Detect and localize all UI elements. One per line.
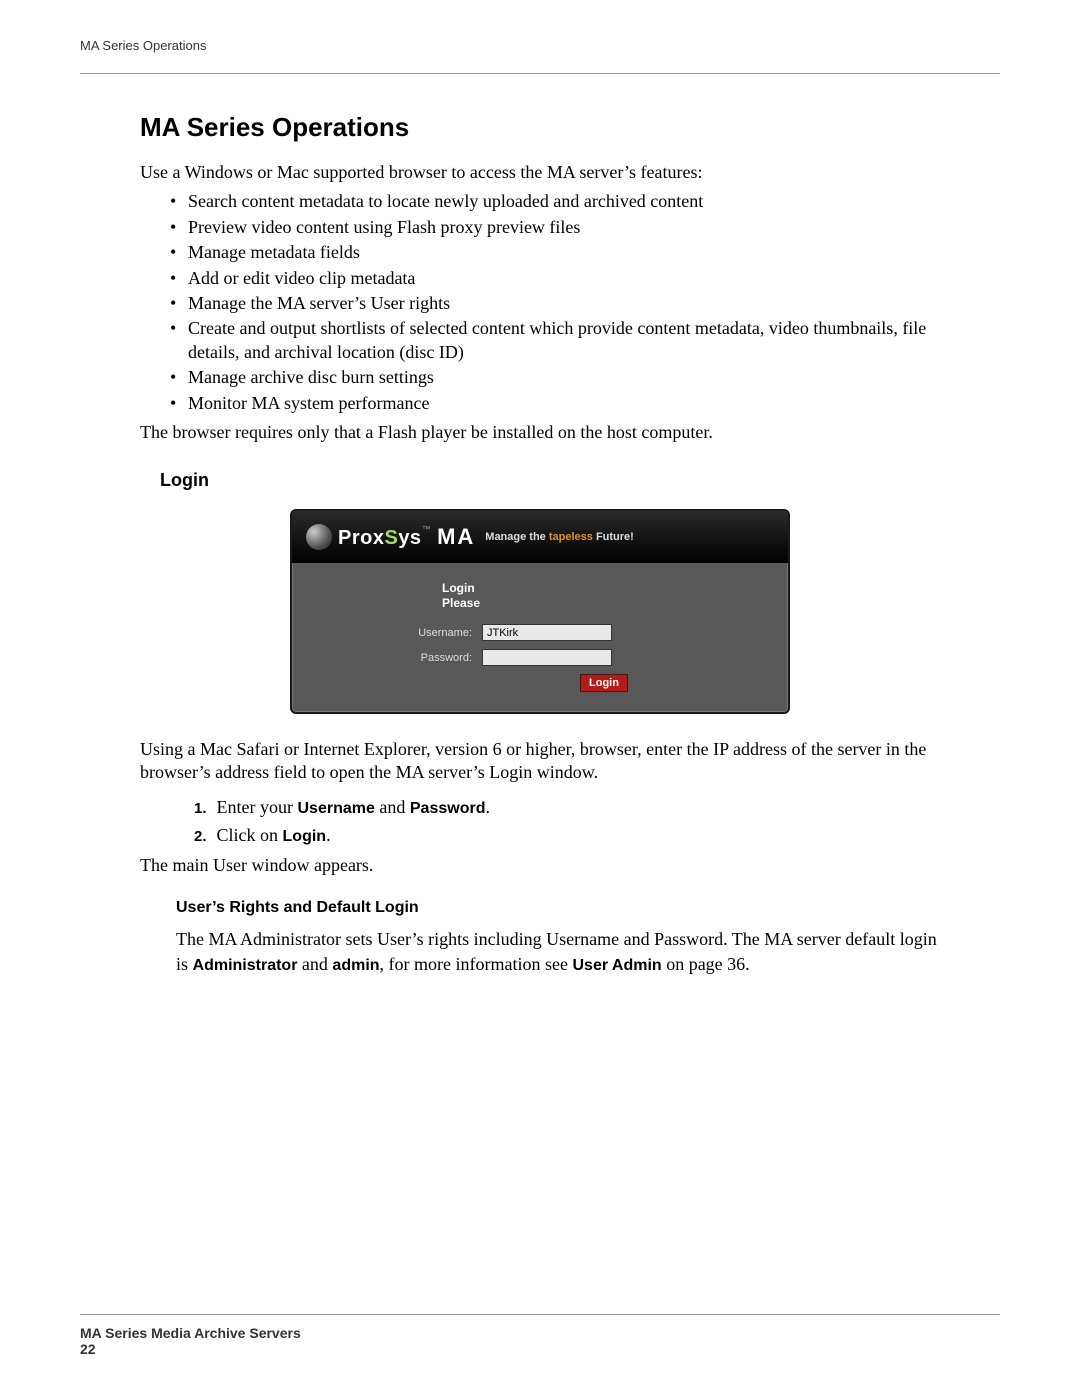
rights-heading: User’s Rights and Default Login [176,899,940,917]
list-item: Manage metadata fields [174,241,940,264]
login-header-bar: ProxSys™ MA Manage the tapeless Future! [292,511,788,563]
list-item: Create and output shortlists of selected… [174,317,940,364]
list-item: Add or edit video clip metadata [174,267,940,290]
rights-strong: admin [332,957,379,974]
intro-text: Use a Windows or Mac supported browser t… [140,161,940,184]
after-bullets-text: The browser requires only that a Flash p… [140,421,940,444]
page-footer: MA Series Media Archive Servers 22 [80,1314,1000,1357]
rights-part: , for more information see [380,954,573,974]
header-rule [80,73,1000,74]
step-text: . [326,825,331,845]
login-steps: 1. Enter your Username and Password. 2. Cl… [194,795,940,848]
rights-part: and [297,954,332,974]
logo-tm: ™ [422,524,432,534]
username-label: Username: [312,627,482,639]
tagline-em: tapeless [549,531,593,543]
logo-icon [306,524,332,550]
footer-rule [80,1314,1000,1315]
footer-title: MA Series Media Archive Servers [80,1325,1000,1341]
password-label: Password: [312,652,482,664]
tagline-part: Future! [593,531,634,543]
login-button[interactable]: Login [580,674,628,692]
feature-list: Search content metadata to locate newly … [140,190,940,415]
tagline-part: Manage the [485,531,549,543]
step-strong: Login [283,828,327,845]
login-title-line: Login [442,581,768,595]
step-number: 2. [194,828,207,845]
username-row: Username: [312,624,768,641]
rights-part: on page 36. [662,954,750,974]
step-item: 1. Enter your Username and Password. [194,795,940,820]
running-header: MA Series Operations [80,38,1000,53]
login-heading: Login [160,470,940,491]
step-item: 2. Click on Login. [194,823,940,848]
login-panel-title: Login Please [442,581,768,610]
password-input[interactable] [482,649,612,666]
list-item: Manage the MA server’s User rights [174,292,940,315]
page-title: MA Series Operations [140,112,940,143]
login-title-line: Please [442,596,768,610]
logo-ma: MA [437,524,475,549]
after-login-text: Using a Mac Safari or Internet Explorer,… [140,738,940,785]
rights-strong: Administrator [193,957,298,974]
rights-text: The MA Administrator sets User’s rights … [176,927,940,976]
password-row: Password: [312,649,768,666]
step-strong: Password [410,800,486,817]
step-text: and [375,797,410,817]
logo-part: ys [398,527,421,549]
list-item: Manage archive disc burn settings [174,366,940,389]
login-window: ProxSys™ MA Manage the tapeless Future! L… [290,509,790,714]
logo-part: S [384,527,398,549]
username-input[interactable] [482,624,612,641]
step-number: 1. [194,800,207,817]
footer-page-number: 22 [80,1341,1000,1357]
list-item: Monitor MA system performance [174,392,940,415]
after-steps-text: The main User window appears. [140,854,940,877]
tagline: Manage the tapeless Future! [485,531,634,543]
logo-part: Prox [338,527,384,549]
step-strong: Username [298,800,375,817]
login-body: Login Please Username: Password: Login [292,563,788,712]
list-item: Search content metadata to locate newly … [174,190,940,213]
step-text: Click on [217,825,283,845]
step-text: . [485,797,490,817]
list-item: Preview video content using Flash proxy … [174,216,940,239]
logo-text: ProxSys™ MA [338,524,475,550]
login-screenshot: ProxSys™ MA Manage the tapeless Future! L… [140,509,940,714]
step-text: Enter your [217,797,298,817]
rights-strong: User Admin [572,957,661,974]
